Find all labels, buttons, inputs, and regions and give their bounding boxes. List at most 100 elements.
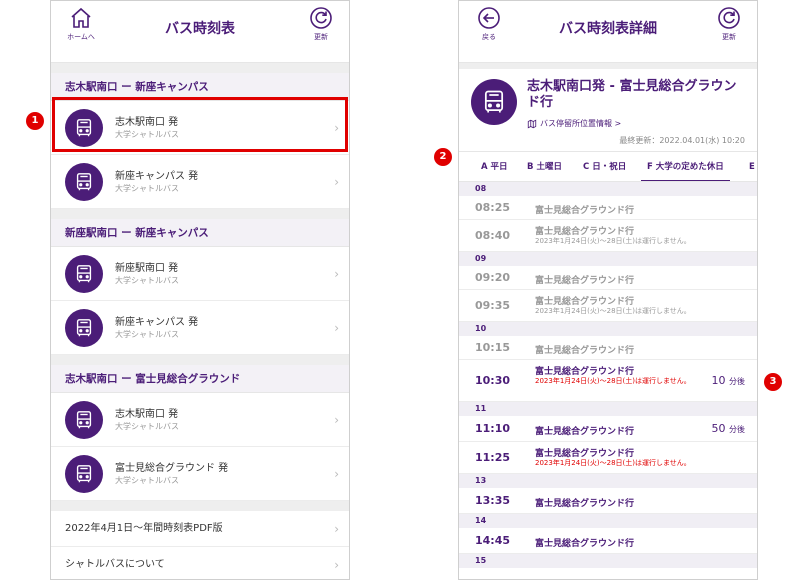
link-label: 2022年4月1日〜年間時刻表PDF版 [65, 523, 223, 534]
departure-time: 08:25 [475, 201, 511, 214]
link-label: シャトルバスについて [65, 559, 165, 570]
destination: 富士見総合グラウンド行 [535, 499, 635, 509]
destination: 富士見総合グラウンド行 [535, 227, 635, 237]
service-note: 2023年1月24日(火)〜28日(土)は運行しません。 [535, 237, 691, 245]
destination: 富士見総合グラウンド行 [535, 206, 635, 216]
minutes-value: 50 [711, 422, 726, 435]
bus-stop-location-link[interactable]: バス停留所位置情報 > [527, 118, 621, 129]
bus-icon [65, 109, 103, 147]
step-marker-1: 1 [26, 112, 44, 130]
route-item[interactable]: 新座キャンパス 発 大学シャトルバス › [51, 155, 349, 209]
destination: 富士見総合グラウンド行 [535, 427, 635, 437]
section-title: 志木駅南口 ー 富士見総合グラウンド [51, 365, 349, 393]
departure-row: 08:25 富士見総合グラウンド行 [459, 196, 757, 220]
day-type-tabs: A 平日 B 土曜日 C 日・祝日 F 大学の定めた休日 E 上 [459, 152, 757, 182]
refresh-label: 更新 [314, 33, 328, 41]
shuttle-info-link[interactable]: シャトルバスについて › [51, 547, 349, 579]
destination: 富士見総合グラウンド行 [535, 346, 635, 356]
minutes-value: 10 [711, 374, 726, 387]
header: ホームへ バス時刻表 更新 [51, 1, 349, 63]
departure-time: 13:35 [475, 494, 511, 507]
departure-row: 08:40 富士見総合グラウンド行 2023年1月24日(火)〜28日(土)は運… [459, 220, 757, 252]
route-subtitle: 大学シャトルバス [115, 130, 179, 139]
chevron-right-icon: › [334, 267, 339, 281]
route-item[interactable]: 志木駅南口 発 大学シャトルバス › [51, 393, 349, 447]
chevron-right-icon: › [334, 121, 339, 135]
hour-label: 10 [459, 322, 757, 336]
section-title: 新座駅南口 ー 新座キャンパス [51, 219, 349, 247]
departure-row: 13:35 富士見総合グラウンド行 [459, 488, 757, 514]
departure-row: 09:35 富士見総合グラウンド行 2023年1月24日(火)〜28日(土)は運… [459, 290, 757, 322]
tab-weekday[interactable]: A 平日 [481, 152, 508, 181]
chevron-right-icon: › [334, 558, 339, 572]
departure-time: 11:10 [475, 422, 511, 435]
step-marker-3: 3 [764, 373, 782, 391]
bus-icon [65, 255, 103, 293]
departure-row: 10:15 富士見総合グラウンド行 [459, 336, 757, 360]
route-title: 志木駅南口発 - 富士見総合グラウンド行 [527, 79, 737, 110]
tab-saturday[interactable]: B 土曜日 [527, 152, 562, 181]
chevron-right-icon: › [334, 413, 339, 427]
departure-row: 11:25 富士見総合グラウンド行 2023年1月24日(火)〜28日(土)は運… [459, 442, 757, 474]
route-header: 志木駅南口発 - 富士見総合グラウンド行 バス停留所位置情報 > 最終更新：20… [459, 69, 757, 152]
route-subtitle: 大学シャトルバス [115, 330, 179, 339]
refresh-label: 更新 [722, 33, 736, 41]
departure-time: 09:20 [475, 271, 511, 284]
divider [51, 63, 349, 73]
pdf-timetable-link[interactable]: 2022年4月1日〜年間時刻表PDF版 › [51, 511, 349, 547]
bus-icon [65, 401, 103, 439]
departure-time: 09:35 [475, 299, 511, 312]
refresh-icon [718, 7, 740, 29]
route-item[interactable]: 富士見総合グラウンド 発 大学シャトルバス › [51, 447, 349, 501]
refresh-button[interactable]: 更新 [707, 6, 751, 42]
tab-e[interactable]: E 上 [749, 152, 757, 181]
route-name: 志木駅南口 発 [115, 117, 179, 128]
destination: 富士見総合グラウンド行 [535, 276, 635, 286]
tab-holiday[interactable]: C 日・祝日 [583, 152, 626, 181]
divider [51, 501, 349, 511]
service-note: 2023年1月24日(火)〜28日(土)は運行しません。 [535, 459, 691, 467]
route-name: 新座キャンパス 発 [115, 171, 199, 182]
departure-time: 10:30 [475, 374, 511, 387]
departure-row: 09:20 富士見総合グラウンド行 [459, 266, 757, 290]
route-item[interactable]: 志木駅南口 発 大学シャトルバス › [51, 101, 349, 155]
departure-time: 14:45 [475, 534, 511, 547]
hour-label: 15 [459, 554, 757, 568]
bus-icon [65, 309, 103, 347]
hour-label: 08 [459, 182, 757, 196]
bus-icon [471, 79, 517, 125]
refresh-button[interactable]: 更新 [299, 6, 343, 42]
departure-row: 14:45 富士見総合グラウンド行 [459, 528, 757, 554]
route-name: 富士見総合グラウンド 発 [115, 463, 229, 474]
divider [51, 355, 349, 365]
minutes-unit: 分後 [729, 377, 745, 386]
section-title: 志木駅南口 ー 新座キャンパス [51, 73, 349, 101]
route-subtitle: 大学シャトルバス [115, 184, 179, 193]
service-note: 2023年1月24日(火)〜28日(土)は運行しません。 [535, 377, 691, 385]
bus-icon [65, 163, 103, 201]
step-marker-2: 2 [434, 148, 452, 166]
header: 戻る バス時刻表詳細 更新 [459, 1, 757, 63]
route-item[interactable]: 新座駅南口 発 大学シャトルバス › [51, 247, 349, 301]
departure-row: 11:10 富士見総合グラウンド行 50 分後 [459, 416, 757, 442]
tab-university-holiday[interactable]: F 大学の定めた休日 [641, 152, 730, 181]
hour-label: 09 [459, 252, 757, 266]
divider [51, 209, 349, 219]
route-name: 新座キャンパス 発 [115, 317, 199, 328]
route-name: 新座駅南口 発 [115, 263, 179, 274]
last-updated: 最終更新：2022.04.01(水) 10:20 [619, 136, 745, 145]
destination: 富士見総合グラウンド行 [535, 539, 635, 549]
service-note: 2023年1月24日(火)〜28日(土)は運行しません。 [535, 307, 691, 315]
chevron-right-icon: › [334, 467, 339, 481]
route-subtitle: 大学シャトルバス [115, 276, 179, 285]
chevron-right-icon: › [334, 175, 339, 189]
departure-row: 10:30 富士見総合グラウンド行 2023年1月24日(火)〜28日(土)は運… [459, 360, 757, 402]
departure-list: 08 08:25 富士見総合グラウンド行 08:40 富士見総合グラウンド行 2… [459, 182, 757, 568]
minutes-until: 10 分後 [712, 374, 746, 387]
route-item[interactable]: 新座キャンパス 発 大学シャトルバス › [51, 301, 349, 355]
timetable-detail-screen: 戻る バス時刻表詳細 更新 志木駅南口発 - 富士見総合グラウンド行 バス停留所… [458, 0, 758, 580]
refresh-icon [310, 7, 332, 29]
minutes-unit: 分後 [729, 425, 745, 434]
route-name: 志木駅南口 発 [115, 409, 179, 420]
destination: 富士見総合グラウンド行 [535, 297, 635, 307]
